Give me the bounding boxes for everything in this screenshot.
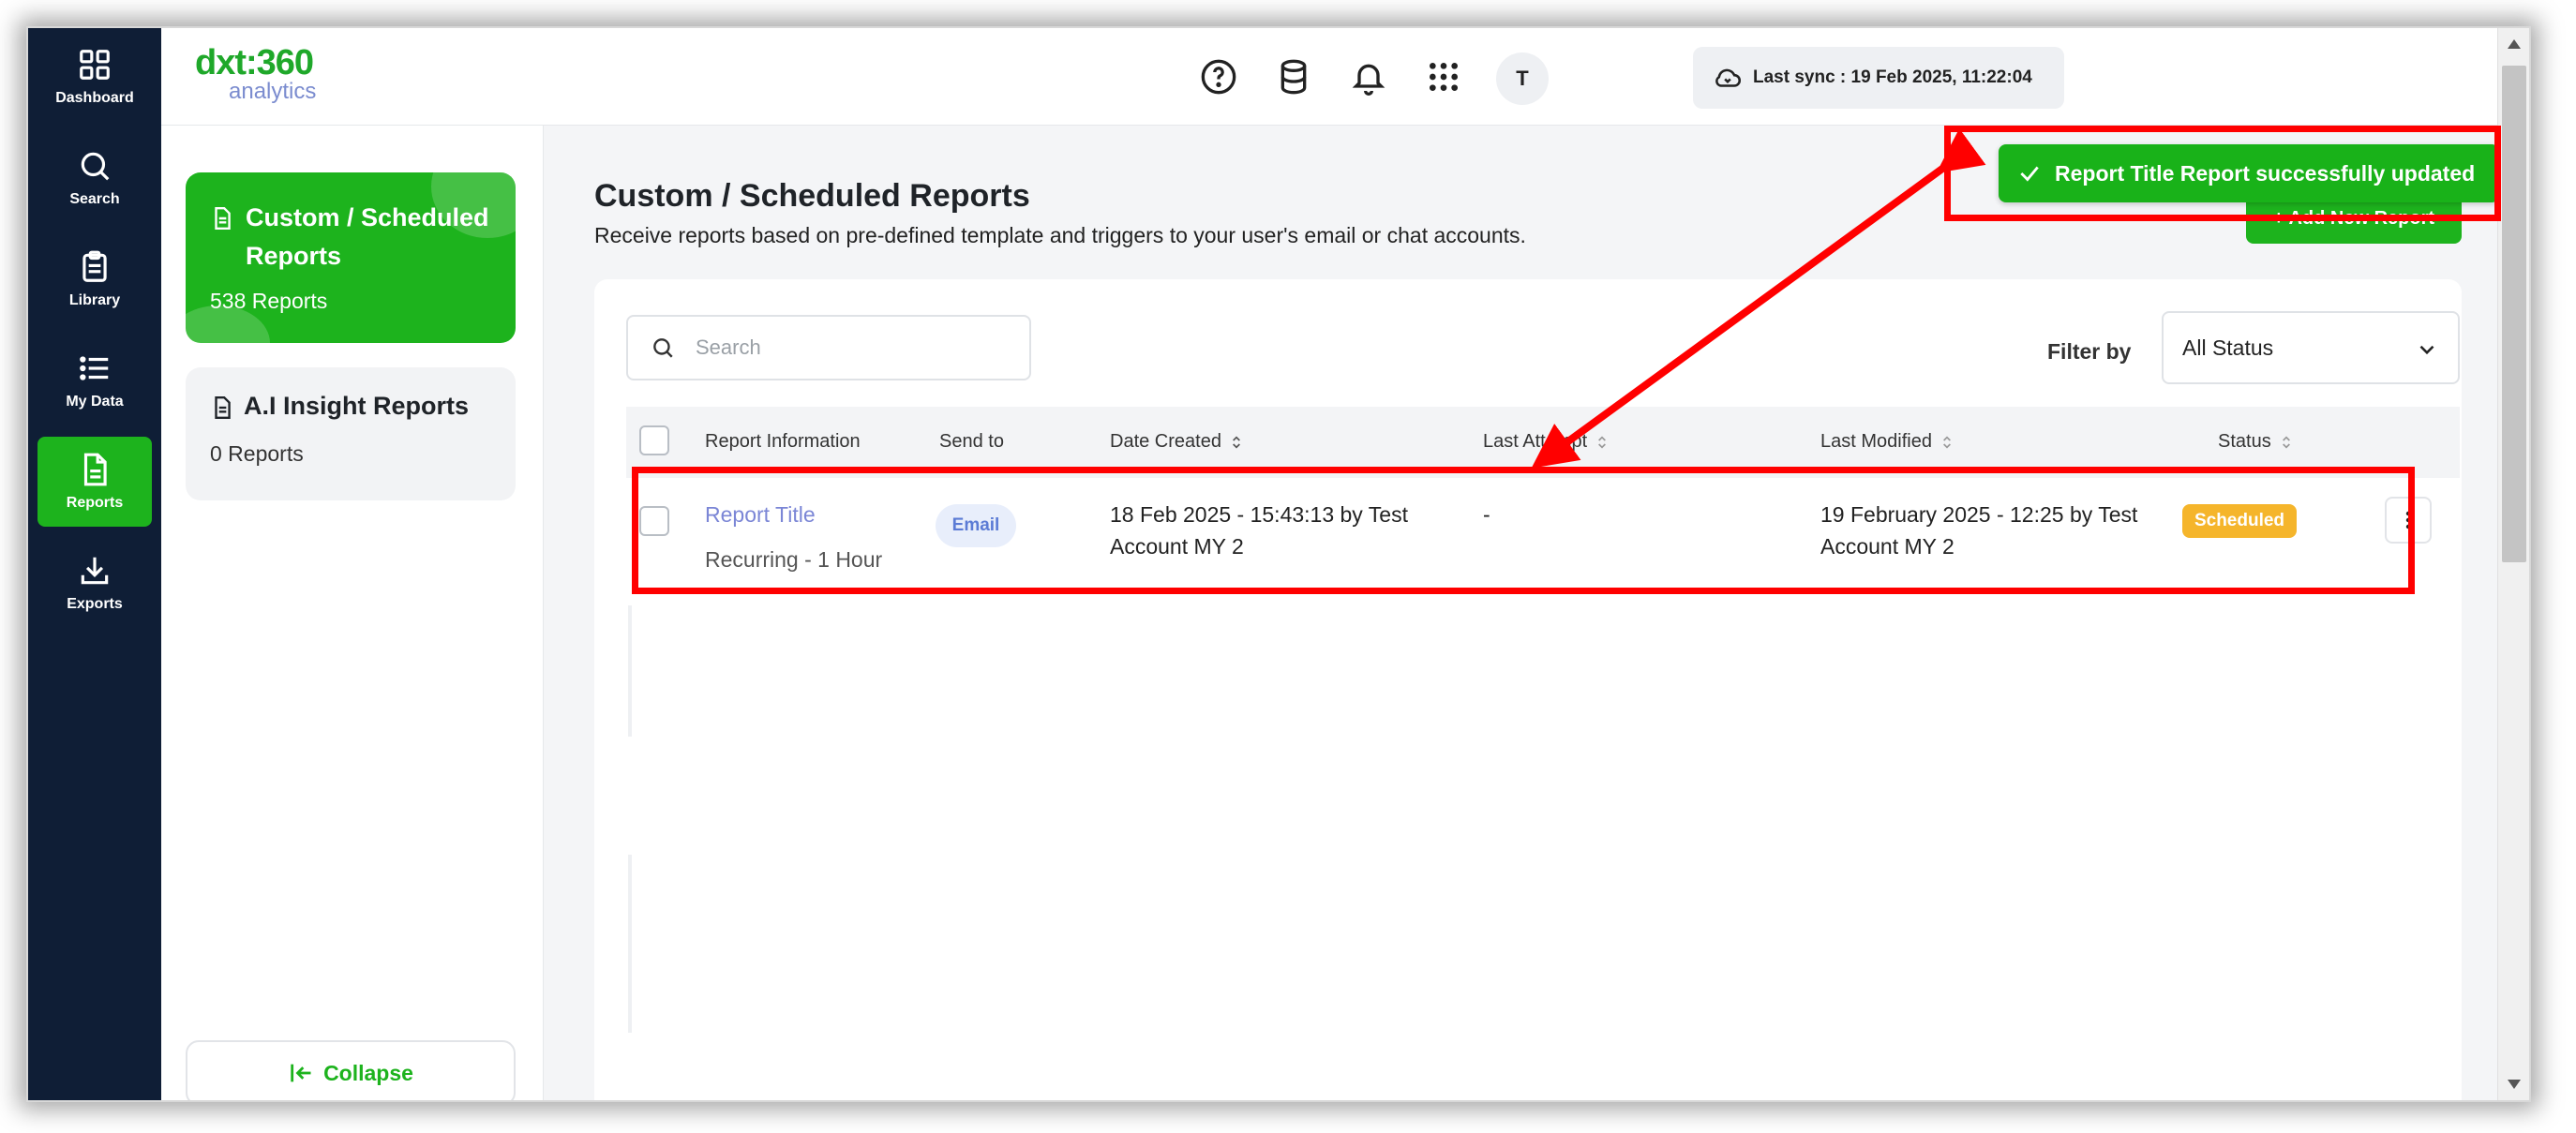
sort-icon bbox=[1233, 435, 1240, 449]
search-input[interactable] bbox=[696, 335, 1014, 360]
sync-status[interactable]: Last sync : 19 Feb 2025, 11:22:04 bbox=[1693, 47, 2064, 109]
logo[interactable]: dxt:360 analytics bbox=[195, 45, 316, 103]
nav-item-library[interactable]: Library bbox=[37, 234, 152, 324]
status-filter-value: All Status bbox=[2182, 335, 2274, 360]
column-status[interactable]: Status bbox=[2218, 431, 2294, 453]
list-icon bbox=[80, 356, 109, 380]
collapse-button[interactable]: Collapse bbox=[186, 1040, 516, 1100]
column-label: Last Attempt bbox=[1483, 431, 1588, 452]
page-title: Custom / Scheduled Reports bbox=[594, 178, 1030, 214]
search-icon bbox=[81, 152, 110, 181]
page-scrollbar[interactable] bbox=[2497, 28, 2529, 1100]
nav-item-reports[interactable]: Reports bbox=[37, 437, 152, 527]
card-count: 0 Reports bbox=[210, 441, 304, 466]
column-send-to: Send to bbox=[939, 431, 1004, 453]
nav-label: Dashboard bbox=[55, 90, 134, 106]
search-icon bbox=[653, 338, 673, 358]
nav-label: My Data bbox=[66, 394, 124, 410]
column-label: Last Modified bbox=[1820, 431, 1932, 452]
sort-icon bbox=[1598, 435, 1607, 449]
database-icon[interactable] bbox=[1275, 58, 1312, 96]
scroll-down-arrow[interactable] bbox=[2508, 1080, 2521, 1089]
collapse-label: Collapse bbox=[323, 1060, 413, 1085]
help-icon[interactable] bbox=[1200, 58, 1237, 96]
nav-item-my-data[interactable]: My Data bbox=[37, 335, 152, 425]
report-category-sidebar: Custom / Scheduled Reports 538 Reports A… bbox=[161, 126, 544, 1100]
logo-wordmark: dxt:360 bbox=[195, 43, 314, 82]
nav-label: Library bbox=[68, 292, 121, 308]
page-subtitle: Receive reports based on pre-defined tem… bbox=[594, 223, 1526, 247]
filter-label: Filter by bbox=[2047, 339, 2132, 364]
column-report-information: Report Information bbox=[705, 431, 861, 453]
main-nav: Dashboard Search Library My Data Reports… bbox=[28, 28, 161, 1100]
column-date-created[interactable]: Date Created bbox=[1110, 431, 1244, 453]
document-icon bbox=[83, 453, 107, 486]
chevron-down-icon bbox=[2419, 345, 2434, 355]
cloud-sync-icon bbox=[1715, 68, 1741, 87]
bell-icon[interactable] bbox=[1350, 58, 1387, 96]
status-filter-select[interactable]: All Status bbox=[2162, 311, 2460, 384]
column-last-attempt[interactable]: Last Attempt bbox=[1483, 431, 1610, 453]
nav-label: Search bbox=[69, 191, 120, 207]
column-last-modified[interactable]: Last Modified bbox=[1820, 431, 1954, 453]
nav-item-exports[interactable]: Exports bbox=[37, 538, 152, 628]
select-all-checkbox[interactable] bbox=[639, 425, 669, 455]
table-edge bbox=[628, 605, 632, 737]
column-label: Date Created bbox=[1110, 431, 1221, 452]
document-icon bbox=[215, 395, 231, 420]
column-label: Report Information bbox=[705, 431, 861, 452]
apps-grid-icon[interactable] bbox=[1425, 58, 1462, 96]
column-label: Send to bbox=[939, 431, 1004, 452]
collapse-arrow-icon bbox=[291, 1064, 311, 1082]
grid-icon bbox=[80, 50, 110, 80]
nav-item-search[interactable]: Search bbox=[37, 133, 152, 223]
top-bar: dxt:360 analytics Last sync : 19 Feb 202… bbox=[161, 28, 2529, 126]
clipboard-icon bbox=[82, 250, 107, 282]
scroll-thumb[interactable] bbox=[2502, 66, 2526, 562]
download-icon bbox=[81, 557, 109, 585]
card-count: 538 Reports bbox=[210, 289, 328, 313]
sort-icon bbox=[1943, 435, 1951, 449]
table-edge bbox=[628, 855, 632, 1033]
card-title: A.I Insight Reports bbox=[210, 392, 491, 421]
custom-reports-card[interactable]: Custom / Scheduled Reports 538 Reports bbox=[186, 172, 516, 343]
ai-insight-reports-card[interactable]: A.I Insight Reports 0 Reports bbox=[186, 367, 516, 500]
reports-panel: Filter by All Status Report Information … bbox=[594, 279, 2462, 1100]
scroll-up-arrow[interactable] bbox=[2508, 39, 2521, 49]
nav-item-dashboard[interactable]: Dashboard bbox=[37, 32, 152, 122]
annotation-box-row bbox=[632, 467, 2415, 594]
avatar[interactable]: T bbox=[1496, 52, 1549, 105]
annotation-box-toast bbox=[1944, 126, 2501, 221]
column-label: Status bbox=[2218, 431, 2271, 452]
card-title-text: A.I Insight Reports bbox=[244, 392, 470, 420]
nav-label: Reports bbox=[66, 495, 124, 511]
sync-text: Last sync : 19 Feb 2025, 11:22:04 bbox=[1753, 67, 2032, 87]
search-box[interactable] bbox=[626, 315, 1031, 380]
nav-label: Exports bbox=[67, 596, 123, 612]
sort-icon bbox=[2282, 435, 2290, 449]
logo-subtitle: analytics bbox=[229, 79, 317, 104]
document-icon bbox=[215, 206, 231, 231]
